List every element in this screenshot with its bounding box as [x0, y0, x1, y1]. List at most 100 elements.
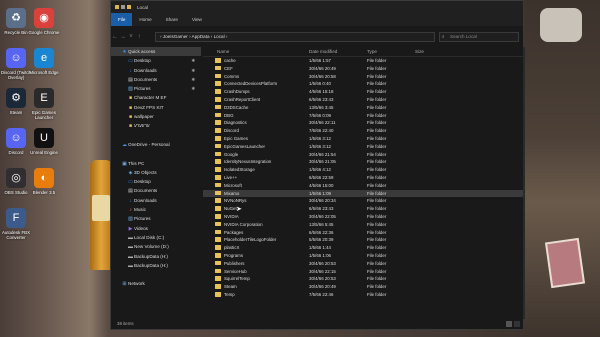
back-arrow-icon[interactable]: ←	[111, 34, 119, 40]
nav-item[interactable]: ■ DevZ FPS KIT	[111, 103, 201, 112]
file-row[interactable]: Epic Games 1/5/66 3:12 File folder	[203, 135, 523, 143]
file-name-cell: CrashDumps	[215, 88, 250, 96]
nav-item[interactable]: ▬BackupData (H:)	[111, 261, 201, 270]
title-bar[interactable]: Local	[111, 1, 523, 13]
recent-chevron-icon[interactable]: ˅	[127, 34, 135, 40]
file-row[interactable]: PlaceholderTileLogoFolder 5/5/66 20:39 Fil…	[203, 236, 523, 244]
nav-item[interactable]: ▬BackupData (H:)	[111, 252, 201, 261]
tab-share[interactable]: Share	[159, 17, 185, 22]
file-row[interactable]: Microsoft 4/5/66 15:00 File folder	[203, 182, 523, 190]
folder-icon	[215, 276, 221, 281]
nav-item[interactable]: ▣This PC	[111, 159, 201, 168]
nav-item-label: Downloads	[134, 67, 157, 73]
nav-item[interactable]: ↓ Downloads	[111, 196, 201, 205]
file-row[interactable]: CEF 30/4/66 20:49 File folder	[203, 65, 523, 73]
column-header-type[interactable]: Type	[367, 47, 377, 56]
tab-view[interactable]: View	[185, 17, 209, 22]
nav-item[interactable]: ▭Desktop	[111, 177, 201, 186]
new-folder-icon[interactable]	[127, 5, 131, 9]
column-header-size[interactable]: Size	[415, 47, 424, 56]
file-row[interactable]: CrashDumps 4/5/66 15:18 File folder	[203, 88, 523, 96]
desktop-shortcut-label: Unreal Engine	[30, 150, 58, 155]
properties-icon[interactable]	[121, 5, 125, 9]
type-cell: File folder	[367, 237, 387, 243]
nav-item[interactable]: ⊞Network	[111, 279, 201, 288]
pin-icon[interactable]: ✱	[191, 56, 195, 65]
file-name: Epic Games	[224, 135, 248, 141]
desktop-shortcut[interactable]: e Microsoft Edge	[24, 48, 64, 75]
nav-item[interactable]: ☁OneDrive - Personal	[111, 140, 201, 149]
nav-item[interactable]: ▭Desktop ✱	[111, 56, 201, 65]
file-name-cell: CrashReportClient	[215, 96, 260, 104]
nav-item[interactable]: ↓ Downloads ✱	[111, 66, 201, 75]
file-row[interactable]: DBG 7/5/66 0:09 File folder	[203, 112, 523, 120]
file-row[interactable]: Temp 7/5/66 22:46 File folder	[203, 291, 523, 299]
file-row[interactable]: NVIDIA 30/4/66 22:05 File folder	[203, 213, 523, 221]
file-row[interactable]: Programs 1/5/66 1:06 File folder	[203, 252, 523, 260]
desktop-shortcut[interactable]: F Autodesk FBX Converter	[0, 208, 36, 240]
file-name: ConnectedDevicesPlatform	[224, 81, 278, 87]
folder-icon	[215, 229, 221, 235]
nav-item[interactable]: ▨Pictures	[111, 214, 201, 223]
file-row[interactable]: NuGet 6/5/66 23:43 File folder	[203, 205, 523, 213]
file-row[interactable]: Steam 30/4/66 20:49 File folder	[203, 283, 523, 291]
file-row[interactable]: cache 1/5/66 1:57 File folder	[203, 57, 523, 65]
file-row[interactable]: D3DSCache 13/5/66 3:45 File folder	[203, 104, 523, 112]
file-row[interactable]: ServiceHub 30/4/66 22:15 File folder	[203, 268, 523, 276]
details-view-icon[interactable]	[506, 321, 512, 327]
file-row[interactable]: EpicGamesLauncher 1/5/66 3:12 File folder	[203, 143, 523, 151]
file-row[interactable]: Diagnostics 30/4/66 22:11 File folder	[203, 119, 523, 127]
nav-item[interactable]: ■ Character M EF	[111, 93, 201, 102]
file-row[interactable]: CrashReportClient 6/5/66 23:43 File folder	[203, 96, 523, 104]
file-row[interactable]: IsolatedStorage 1/5/66 4:12 File folder	[203, 166, 523, 174]
nav-item-label: wallpaper	[134, 114, 154, 120]
nav-item-label: Documents	[134, 188, 158, 194]
desktop-shortcut[interactable]: E Epic Games Launcher	[24, 88, 64, 120]
file-row[interactable]: Publishers 30/4/66 20:53 File folder	[203, 260, 523, 268]
search-input[interactable]: ⌕ Search Local	[439, 32, 519, 42]
desktop-shortcut[interactable]: ◉ Google Chrome	[24, 8, 64, 35]
address-field[interactable]: › JoeIsGamer › AppData › Local ›	[155, 32, 435, 42]
nav-item[interactable]: ■ wallpaper	[111, 112, 201, 121]
tab-file[interactable]: File	[111, 13, 133, 26]
file-row[interactable]: Packages 6/5/66 22:36 File folder	[203, 229, 523, 237]
nav-item[interactable]: ▶ Videos	[111, 224, 201, 233]
large-icons-view-icon[interactable]	[514, 321, 520, 327]
date-modified-cell: 30/4/66 20:49	[309, 65, 336, 71]
desktop-shortcut[interactable]: U Unreal Engine	[24, 128, 64, 155]
pin-icon[interactable]: ✱	[191, 84, 195, 93]
column-header-name[interactable]: Name	[217, 47, 229, 56]
type-cell: File folder	[367, 174, 387, 180]
column-header-date[interactable]: Date modified	[309, 47, 337, 56]
nav-item[interactable]: ▤Documents	[111, 186, 201, 195]
desktop-shortcut[interactable]: ◐ Blender 3.5	[24, 168, 64, 195]
nav-item[interactable]: ■ ערעערע	[111, 121, 201, 130]
nav-item[interactable]: ▤Documents ✱	[111, 75, 201, 84]
pin-icon[interactable]: ✱	[191, 66, 195, 75]
nav-item[interactable]: ◈ 3D Objects	[111, 168, 201, 177]
nav-item[interactable]: ★Quick access	[111, 47, 201, 57]
nav-item[interactable]: ▬New Volume (D:)	[111, 242, 201, 251]
file-row[interactable]: NVNoNRys 30/4/66 20:34 File folder	[203, 197, 523, 205]
file-row[interactable]: Mixamo 1/5/66 1:09 File folder	[203, 189, 523, 198]
pin-icon[interactable]: ✱	[191, 75, 195, 84]
tab-home[interactable]: Home	[132, 17, 158, 22]
date-modified-cell: 30/4/66 21:05	[309, 159, 336, 165]
forward-arrow-icon[interactable]: →	[119, 34, 127, 40]
nav-item[interactable]: ▨Pictures ✱	[111, 84, 201, 93]
date-modified-cell: 5/5/66 20:39	[309, 237, 334, 243]
nav-item[interactable]: ▬Local Disk (C:)	[111, 233, 201, 242]
date-modified-cell: 1/5/66 1:06	[309, 252, 331, 258]
file-row[interactable]: SquirrelTemp 30/4/66 20:53 File folder	[203, 275, 523, 283]
file-row[interactable]: Comms 30/4/66 20:58 File folder	[203, 73, 523, 81]
file-row[interactable]: NVIDIA Corporation 13/5/66 5:45 File folde…	[203, 221, 523, 229]
file-row[interactable]: Discord 7/6/66 22:40 File folder	[203, 127, 523, 135]
file-row[interactable]: plasticX 1/5/66 1:44 File folder	[203, 244, 523, 252]
up-arrow-icon[interactable]: ↑	[135, 34, 143, 40]
file-row[interactable]: IdentityNexusIntegration 30/4/66 21:05 Fil…	[203, 158, 523, 166]
file-row[interactable]: Live++ 6/5/66 22:59 File folder	[203, 174, 523, 182]
file-row[interactable]: ConnectedDevicesPlatform 1/5/66 0:40 File …	[203, 80, 523, 88]
vertical-scrollbar[interactable]	[523, 47, 525, 319]
file-row[interactable]: Google 30/4/66 21:54 File folder	[203, 151, 523, 159]
nav-item[interactable]: ♪ Music	[111, 205, 201, 214]
